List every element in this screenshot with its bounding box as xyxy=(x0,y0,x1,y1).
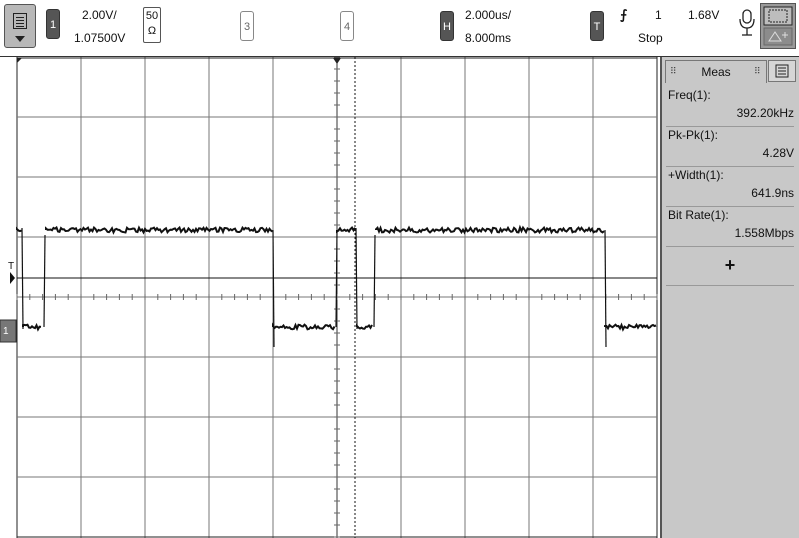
meas-value: 4.28V xyxy=(763,146,794,160)
cursor-icon[interactable] xyxy=(763,27,793,46)
meas-list-button[interactable] xyxy=(768,60,796,82)
channel3-button[interactable]: 3 xyxy=(240,11,254,41)
horizontal-scale[interactable]: 2.000us/ xyxy=(465,8,511,22)
menu-icon xyxy=(13,13,27,29)
horizontal-button[interactable]: H xyxy=(440,11,454,41)
meas-value: 392.20kHz xyxy=(737,106,794,120)
run-status: Stop xyxy=(638,31,663,45)
channel4-button[interactable]: 4 xyxy=(340,11,354,41)
drag-handle-icon[interactable]: ⠿ xyxy=(754,66,760,77)
meas-label: Freq(1): xyxy=(668,88,711,102)
ground-marker-label: 1 xyxy=(3,326,9,337)
impedance-value: 50 xyxy=(144,9,160,24)
channel1-scale[interactable]: 2.00V/ xyxy=(82,8,117,22)
trigger-edge-icon[interactable]: ⨍ xyxy=(620,7,627,23)
microphone-icon[interactable] xyxy=(736,8,758,40)
trigger-source[interactable]: 1 xyxy=(655,8,662,22)
zoom-box-icon[interactable] xyxy=(763,6,793,26)
meas-item-width[interactable]: +Width(1): 641.9ns xyxy=(666,166,794,207)
trigger-level[interactable]: 1.68V xyxy=(688,8,719,22)
meas-label: +Width(1): xyxy=(668,168,724,182)
impedance-button[interactable]: 50 Ω xyxy=(143,7,161,43)
meas-item-pkpk[interactable]: Pk-Pk(1): 4.28V xyxy=(666,126,794,167)
top-toolbar: 1 2.00V/ 1.07500V 50 Ω 3 4 H 2.000us/ 8.… xyxy=(0,0,799,57)
add-measurement-button[interactable]: + xyxy=(666,247,794,286)
channel1-button[interactable]: 1 xyxy=(46,9,60,39)
waveform-display[interactable]: T 1 xyxy=(0,57,660,538)
trigger-level-label: T xyxy=(8,261,14,272)
measurement-panel: ⠿ Meas ⠿ Freq(1): 392.20kHz Pk-Pk(1): 4.… xyxy=(660,57,799,538)
zoom-cursor-panel xyxy=(760,3,796,49)
meas-item-freq[interactable]: Freq(1): 392.20kHz xyxy=(666,86,794,127)
chevron-down-icon xyxy=(15,36,25,42)
meas-title: Meas xyxy=(666,65,766,79)
meas-item-bitrate[interactable]: Bit Rate(1): 1.558Mbps xyxy=(666,206,794,247)
list-icon xyxy=(769,61,795,81)
impedance-unit: Ω xyxy=(144,24,160,39)
meas-label: Pk-Pk(1): xyxy=(668,128,718,142)
main-menu-button[interactable] xyxy=(4,4,36,48)
channel1-offset[interactable]: 1.07500V xyxy=(74,31,125,45)
meas-tab[interactable]: ⠿ Meas ⠿ xyxy=(665,60,767,83)
horizontal-delay[interactable]: 8.000ms xyxy=(465,31,511,45)
trigger-button[interactable]: T xyxy=(590,11,604,41)
meas-value: 641.9ns xyxy=(751,186,794,200)
meas-label: Bit Rate(1): xyxy=(668,208,729,222)
meas-value: 1.558Mbps xyxy=(735,226,794,240)
